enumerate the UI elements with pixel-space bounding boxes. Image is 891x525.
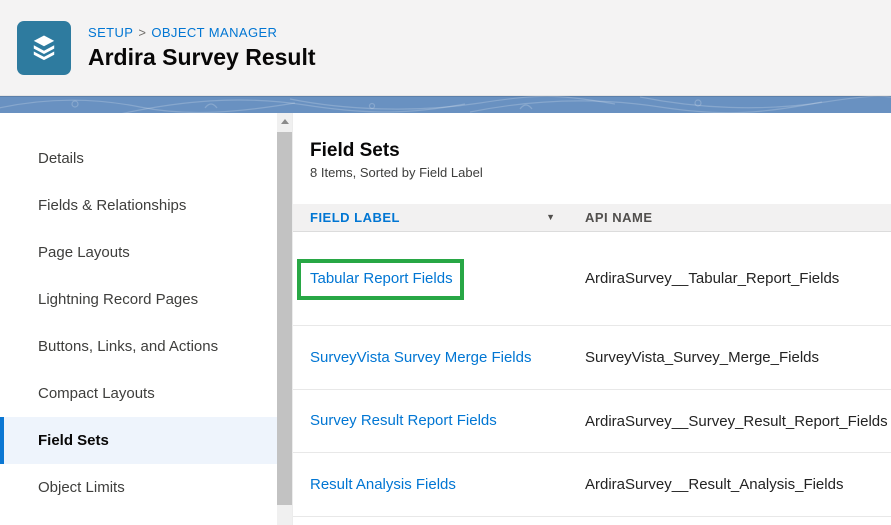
breadcrumb: SETUP > OBJECT MANAGER (88, 25, 316, 40)
sidebar-item-object-limits[interactable]: Object Limits (0, 464, 277, 511)
field-label-header-cell: FIELD LABEL ▼ (310, 210, 585, 225)
sidebar-item-buttons-links-actions[interactable]: Buttons, Links, and Actions (0, 323, 277, 370)
items-count-text: 8 Items, Sorted by Field Label (310, 165, 483, 180)
brand-band-pattern (0, 96, 891, 113)
table-row: Survey Result Report Fields ArdiraSurvey… (293, 390, 891, 453)
breadcrumb-separator: > (138, 24, 147, 40)
field-set-link-survey-result-report-fields[interactable]: Survey Result Report Fields (310, 412, 497, 429)
api-name-value: ArdiraSurvey__Survey_Result_Report_Field… (585, 412, 888, 430)
field-set-link-surveyvista-survey-merge-fields[interactable]: SurveyVista Survey Merge Fields (310, 349, 531, 366)
field-set-link-result-analysis-fields[interactable]: Result Analysis Fields (310, 476, 456, 493)
sidebar-item-compact-layouts[interactable]: Compact Layouts (0, 370, 277, 417)
object-manager-sidebar: Details Fields & Relationships Page Layo… (0, 113, 277, 525)
header-text-block: SETUP > OBJECT MANAGER Ardira Survey Resul… (88, 25, 316, 71)
brand-band (0, 96, 891, 113)
api-name-value: SurveyVista_Survey_Merge_Fields (585, 349, 820, 366)
breadcrumb-setup-link[interactable]: SETUP (88, 25, 133, 40)
column-header-field-label[interactable]: FIELD LABEL (310, 210, 400, 225)
table-row: Tabular Report Fields ArdiraSurvey__Tabu… (293, 232, 891, 326)
scrollbar-thumb[interactable] (277, 132, 292, 505)
object-manager-layers-icon (17, 20, 71, 75)
sidebar-item-fields-relationships[interactable]: Fields & Relationships (0, 182, 277, 229)
sidebar-item-page-layouts[interactable]: Page Layouts (0, 229, 277, 276)
table-header-row: FIELD LABEL ▼ API NAME (293, 204, 891, 232)
panel-heading: Field Sets (310, 140, 400, 161)
sidebar-scrollbar[interactable] (277, 113, 292, 525)
column-header-api-name[interactable]: API NAME (585, 210, 653, 225)
layers-icon (33, 35, 55, 60)
sidebar-item-details[interactable]: Details (0, 135, 277, 182)
table-row: SurveyVista Survey Merge Fields SurveyVi… (293, 326, 891, 390)
content-area: Details Fields & Relationships Page Layo… (0, 113, 891, 525)
sidebar-item-field-sets[interactable]: Field Sets (0, 417, 277, 464)
scroll-up-button[interactable] (277, 113, 292, 130)
scroll-up-icon (280, 119, 289, 124)
api-name-value: ArdiraSurvey__Tabular_Report_Fields (585, 270, 840, 287)
field-set-link-tabular-report-fields[interactable]: Tabular Report Fields (310, 270, 453, 287)
api-name-header-cell: API NAME (585, 209, 891, 227)
field-sets-panel: Field Sets 8 Items, Sorted by Field Labe… (292, 113, 891, 525)
page-header: SETUP > OBJECT MANAGER Ardira Survey Resul… (0, 0, 891, 96)
sort-desc-icon[interactable]: ▼ (546, 213, 555, 222)
table-row: Result Analysis Fields ArdiraSurvey__Res… (293, 453, 891, 517)
breadcrumb-object-manager-link[interactable]: OBJECT MANAGER (151, 25, 277, 40)
page-title: Ardira Survey Result (88, 43, 316, 70)
sidebar-item-lightning-record-pages[interactable]: Lightning Record Pages (0, 276, 277, 323)
api-name-value: ArdiraSurvey__Result_Analysis_Fields (585, 476, 844, 493)
salesforce-setup-page: SETUP > OBJECT MANAGER Ardira Survey Resul… (0, 0, 891, 525)
